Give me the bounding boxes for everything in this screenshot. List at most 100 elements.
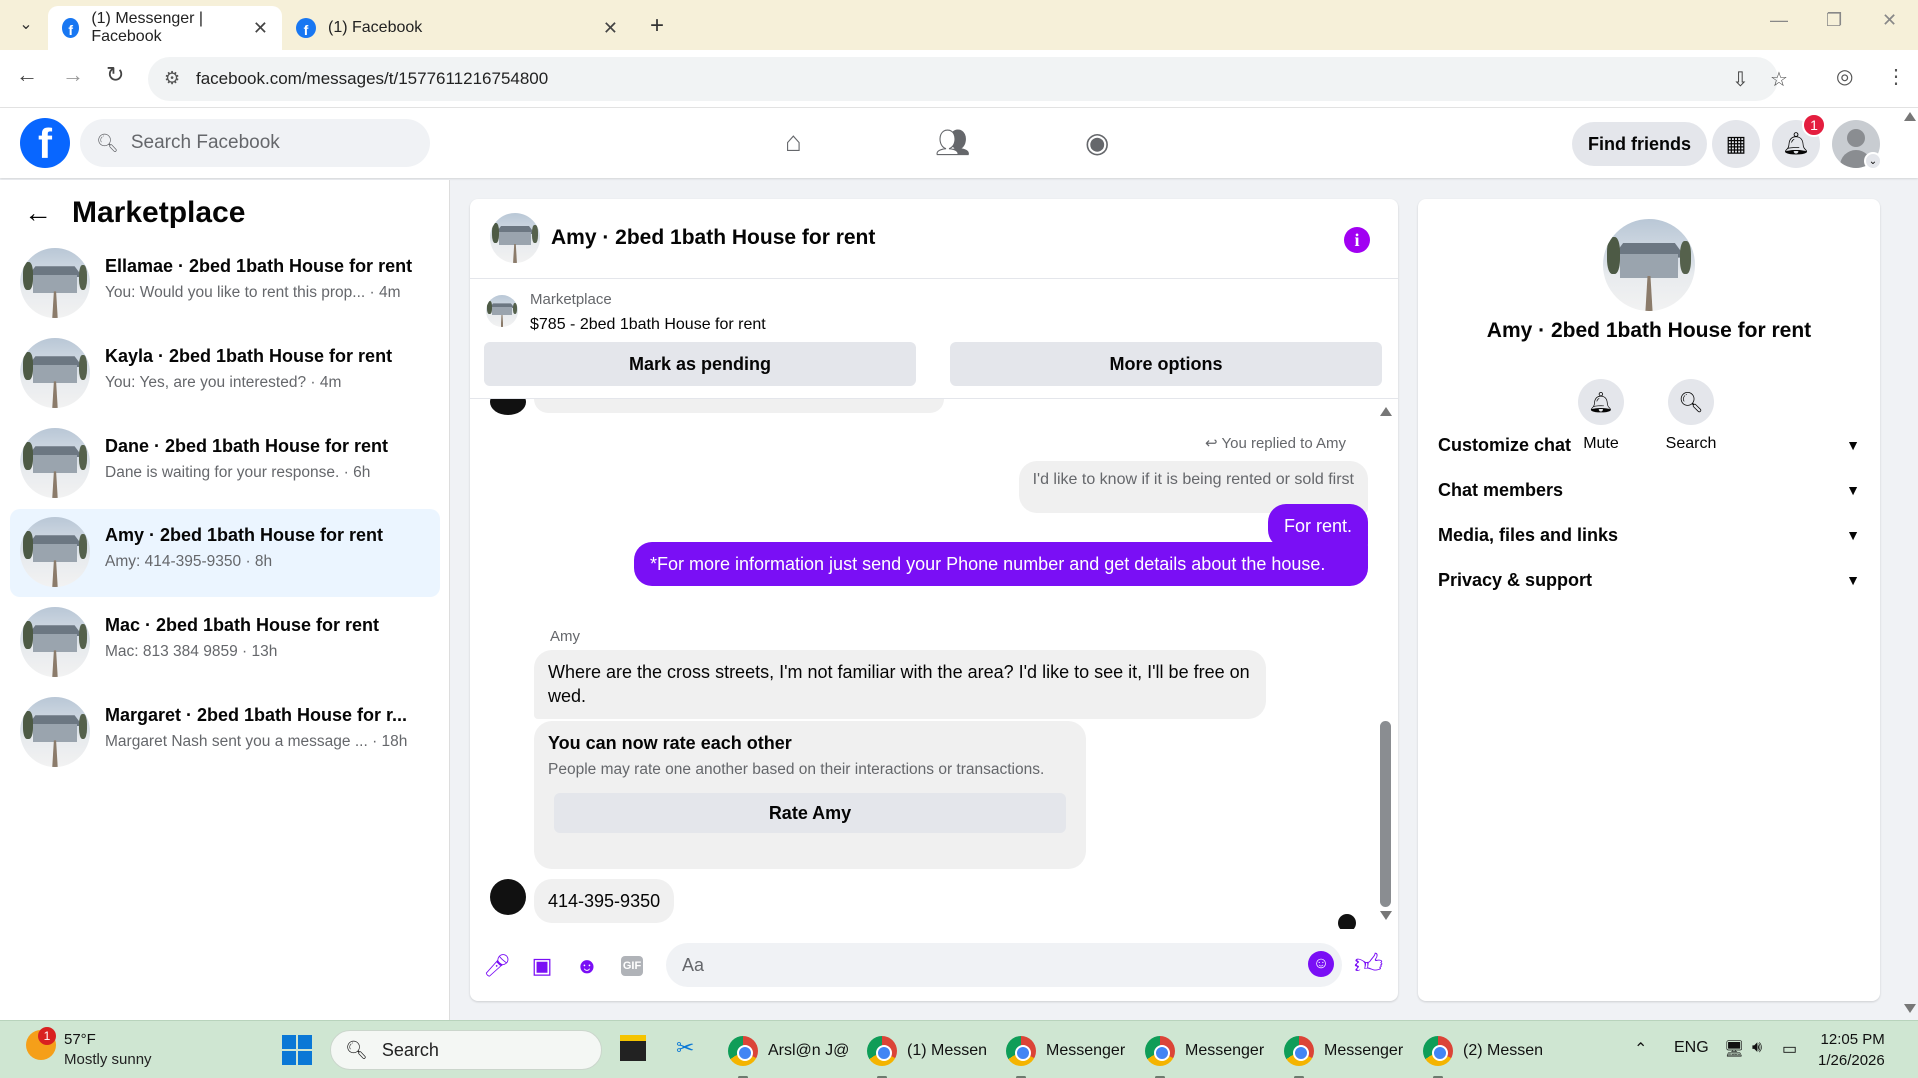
conversation-item[interactable]: Margaret · 2bed 1bath House for r... Mar…	[10, 689, 440, 777]
tab-messenger[interactable]: f (1) Messenger | Facebook ✕	[48, 6, 282, 50]
photo-icon[interactable]: ▣	[527, 951, 557, 981]
bookmark-star-icon[interactable]: ☆	[1770, 67, 1788, 92]
house-avatar	[20, 697, 90, 767]
conversation-item[interactable]: Kayla · 2bed 1bath House for rent You: Y…	[10, 330, 440, 418]
home-icon[interactable]: ⌂	[785, 126, 802, 158]
show-hidden-icons-icon[interactable]: ⌃	[1634, 1039, 1647, 1059]
weather-desc[interactable]: Mostly sunny	[64, 1051, 152, 1068]
conversation-item[interactable]: Mac · 2bed 1bath House for rent Mac: 813…	[10, 599, 440, 687]
customize-chat-row[interactable]: Customize chat ▼	[1438, 423, 1860, 467]
mark-as-pending-button[interactable]: Mark as pending	[484, 342, 916, 386]
emoji-icon[interactable]: ☺	[1308, 951, 1334, 977]
tab-facebook[interactable]: f (1) Facebook ✕	[282, 6, 632, 50]
weather-badge: 1	[38, 1027, 56, 1045]
facebook-search-input[interactable]: 🔍︎ Search Facebook	[80, 119, 430, 167]
rate-amy-button[interactable]: Rate Amy	[554, 793, 1066, 833]
minimize-icon[interactable]: —	[1770, 10, 1788, 31]
chevron-down-icon[interactable]: ⌄	[1864, 152, 1882, 170]
close-tab-icon[interactable]: ✕	[603, 18, 618, 39]
taskbar-app-label: (2) Messen	[1463, 1042, 1544, 1059]
network-icon[interactable]: 🖥︎	[1724, 1039, 1744, 1059]
bell-icon[interactable]: 🔔︎	[1578, 379, 1624, 425]
volume-icon[interactable]: 🔊︎	[1752, 1039, 1762, 1057]
media-files-links-row[interactable]: Media, files and links ▼	[1438, 513, 1860, 557]
sticker-icon[interactable]: ☻	[572, 951, 602, 981]
back-arrow-icon[interactable]: ←	[24, 197, 52, 229]
conversation-item-selected[interactable]: Amy · 2bed 1bath House for rent Amy: 414…	[10, 509, 440, 597]
page-scroll-up-icon[interactable]	[1904, 112, 1916, 121]
incoming-message[interactable]: 414-395-9350	[534, 879, 675, 924]
close-window-icon[interactable]: ✕	[1882, 10, 1897, 31]
site-info-icon[interactable]: ⚙	[164, 68, 180, 89]
microphone-icon[interactable]: 🎤︎	[482, 951, 512, 981]
search-icon: 🔍︎	[96, 132, 119, 153]
windows-start-icon[interactable]	[282, 1035, 312, 1065]
url-field[interactable]: ⚙ facebook.com/messages/t/15776112167548…	[148, 57, 1788, 101]
find-friends-button[interactable]: Find friends	[1572, 122, 1707, 166]
incoming-message[interactable]: Where are the cross streets, I'm not fam…	[534, 650, 1266, 719]
tab-search-dropdown[interactable]: ⌄	[10, 8, 42, 40]
conversation-snippet: Dane is waiting for your response. · 6h	[105, 464, 371, 481]
friends-icon[interactable]: 👥︎	[935, 126, 971, 159]
chat-panel: Amy · 2bed 1bath House for rent i Market…	[470, 199, 1398, 1001]
forward-icon[interactable]: →	[62, 62, 84, 88]
battery-icon[interactable]: ▭	[1782, 1039, 1797, 1059]
conversation-item[interactable]: Dane · 2bed 1bath House for rent Dane is…	[10, 420, 440, 508]
language-indicator[interactable]: ENG	[1674, 1039, 1709, 1057]
message-input[interactable]	[666, 943, 1342, 987]
outgoing-message[interactable]: *For more information just send your Pho…	[634, 542, 1368, 587]
search-icon[interactable]: 🔍︎	[1668, 379, 1714, 425]
replied-note-text: You replied to Amy	[1221, 435, 1346, 452]
new-tab-icon[interactable]: +	[650, 12, 664, 40]
snipping-tool-icon[interactable]: ✂	[676, 1035, 694, 1061]
taskbar-app-chrome[interactable]: (2) Messen	[1423, 1031, 1544, 1078]
restore-icon[interactable]: ❐	[1826, 10, 1842, 31]
system-clock[interactable]: 12:05 PM 1/26/2026	[1818, 1029, 1885, 1071]
chevron-down-icon: ▼	[1846, 527, 1860, 543]
install-app-icon[interactable]: ⇩	[1732, 67, 1749, 92]
taskbar-app-chrome[interactable]: Messenger	[1006, 1031, 1125, 1078]
taskbar-search-text: Search	[381, 1039, 439, 1060]
conversation-name: Ellamae · 2bed 1bath House for rent	[105, 256, 413, 276]
taskbar-app-chrome[interactable]: Messenger	[1145, 1031, 1264, 1078]
chrome-menu-icon[interactable]: ⋮	[1886, 64, 1906, 89]
thumbs-up-icon[interactable]: 👍︎	[1354, 947, 1383, 981]
url-text: facebook.com/messages/t/1577611216754800	[196, 69, 549, 88]
conversation-item[interactable]: Ellamae · 2bed 1bath House for rent You:…	[10, 240, 440, 328]
more-options-button[interactable]: More options	[950, 342, 1382, 386]
taskbar-app-chrome[interactable]: (1) Messen	[867, 1031, 987, 1078]
scroll-up-arrow-icon[interactable]	[1380, 407, 1392, 416]
gif-icon[interactable]: GIF	[617, 951, 647, 981]
house-avatar[interactable]	[490, 213, 540, 263]
privacy-support-row[interactable]: Privacy & support ▼	[1438, 558, 1860, 602]
sticky-notes-icon[interactable]	[620, 1035, 646, 1061]
listing-price[interactable]: $785 - 2bed 1bath House for rent	[530, 316, 766, 334]
reply-arrow-icon: ↩	[1204, 435, 1218, 452]
chat-title[interactable]: Amy · 2bed 1bath House for rent	[551, 226, 875, 250]
scrollbar-thumb[interactable]	[1380, 721, 1391, 907]
conversation-snippet: Amy: 414-395-9350 · 8h	[105, 553, 273, 570]
house-avatar[interactable]	[1603, 219, 1695, 311]
scroll-down-arrow-icon[interactable]	[1380, 911, 1392, 920]
taskbar-search[interactable]: 🔍︎ Search	[330, 1030, 602, 1070]
facebook-favicon-icon: f	[296, 18, 316, 38]
close-tab-icon[interactable]: ✕	[253, 18, 268, 39]
page-scroll-down-icon[interactable]	[1904, 1004, 1916, 1013]
listing-thumbnail[interactable]	[486, 295, 518, 327]
chat-members-row[interactable]: Chat members ▼	[1438, 468, 1860, 512]
contact-avatar[interactable]	[490, 879, 526, 915]
reload-icon[interactable]: ↻	[106, 62, 124, 88]
taskbar-app-chrome[interactable]: Messenger	[1284, 1031, 1403, 1078]
facebook-logo-icon[interactable]: f	[20, 118, 70, 168]
conversation-list-pane: ← Marketplace Ellamae · 2bed 1bath House…	[0, 180, 450, 1020]
taskbar-app-chrome[interactable]: Arsl@n J@	[728, 1031, 849, 1078]
info-icon[interactable]: i	[1344, 227, 1370, 253]
back-icon[interactable]: ←	[16, 62, 38, 88]
groups-icon[interactable]: ◉	[1085, 126, 1109, 159]
profile-icon[interactable]: ◎	[1836, 64, 1853, 89]
menu-grid-icon[interactable]: ▦	[1712, 120, 1760, 168]
address-bar-row: ← → ↻ ⚙ facebook.com/messages/t/15776112…	[0, 50, 1918, 108]
weather-temp[interactable]: 57°F	[64, 1031, 96, 1048]
notification-badge: 1	[1802, 113, 1826, 137]
message-list[interactable]: ↩ You replied to Amy I'd like to know if…	[470, 399, 1398, 929]
